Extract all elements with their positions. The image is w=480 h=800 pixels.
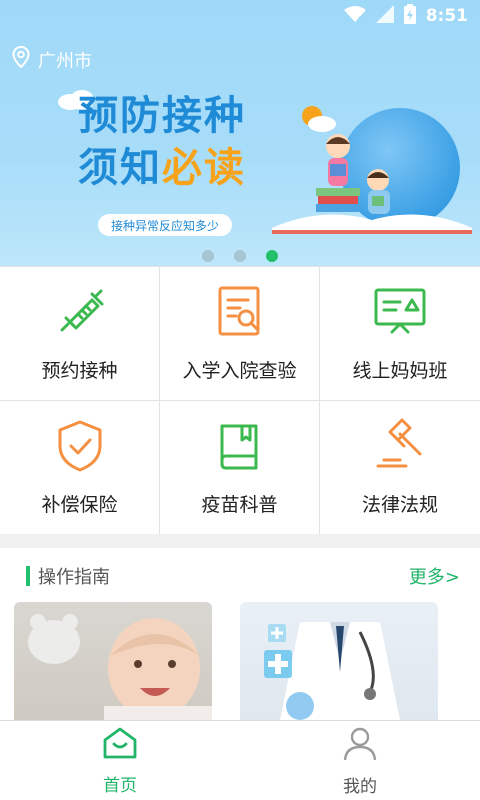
nav-mine[interactable]: 我的 [240, 721, 480, 800]
home-icon [102, 726, 138, 765]
status-bar: 8:51 [0, 0, 480, 32]
battery-icon [403, 3, 416, 29]
carousel-dot[interactable] [202, 250, 214, 262]
carousel-indicator [0, 250, 480, 262]
location-selector[interactable]: 广州市 [12, 45, 92, 73]
grid-item-insurance[interactable]: 补偿保险 [0, 401, 160, 535]
banner-title: 预防接种 须知必读 [78, 90, 298, 194]
grid-item-appointment[interactable]: 预约接种 [0, 267, 160, 401]
shield-check-icon [52, 418, 108, 478]
banner-title-line1: 预防接种 [78, 93, 246, 139]
baby-photo [28, 614, 212, 720]
presentation-board-icon [372, 284, 428, 344]
grid-item-label: 线上妈妈班 [352, 360, 448, 382]
nav-home[interactable]: 首页 [0, 721, 240, 800]
banner-title-line2: 须知必读 [78, 142, 298, 194]
syringe-icon [52, 284, 108, 344]
book-icon [212, 418, 268, 478]
nav-home-label: 首页 [103, 775, 137, 796]
location-city: 广州市 [38, 50, 92, 72]
more-link[interactable]: 更多> [409, 563, 460, 589]
grid-item-label: 法律法规 [361, 494, 438, 516]
carousel-dot-active[interactable] [266, 250, 278, 262]
section-divider [0, 534, 480, 548]
grid-item-label: 补偿保险 [41, 494, 118, 516]
location-pin-icon [12, 45, 30, 73]
bottom-navigation: 首页 我的 [0, 720, 480, 800]
guide-title-text: 操作指南 [38, 567, 110, 588]
guide-title: 操作指南 [26, 563, 110, 589]
nav-mine-label: 我的 [343, 776, 377, 797]
sun-icon [302, 106, 336, 132]
grid-item-vaccine-science[interactable]: 疫苗科普 [160, 401, 320, 535]
guide-card-baby[interactable] [14, 602, 212, 720]
grid-item-label: 入学入院查验 [182, 360, 297, 382]
title-accent-bar [26, 566, 30, 586]
function-grid: 预约接种 入学入院查验 线上妈妈班 补偿保险 疫苗科普 法律法规 [0, 266, 480, 535]
wifi-icon [343, 5, 366, 28]
grid-item-school-check[interactable]: 入学入院查验 [160, 267, 320, 401]
banner-carousel[interactable]: 8:51 广州市 预防接种 须知必读 接种异常反应知多少 [0, 0, 480, 266]
guide-list [14, 602, 466, 720]
grid-item-laws[interactable]: 法律法规 [320, 401, 480, 535]
signal-icon [375, 4, 394, 28]
kids-illustration [316, 134, 390, 214]
banner-title-accent: 必读 [162, 145, 246, 191]
grid-item-label: 疫苗科普 [201, 494, 278, 516]
banner-subtitle: 接种异常反应知多少 [98, 214, 232, 236]
banner-title-line2-part1: 须知 [78, 145, 162, 191]
clock-time: 8:51 [425, 6, 468, 26]
gavel-icon [372, 418, 428, 478]
user-icon [342, 725, 378, 766]
carousel-dot[interactable] [234, 250, 246, 262]
guide-section-header: 操作指南 更多> [0, 556, 480, 596]
guide-card-doctor[interactable] [240, 602, 438, 720]
grid-item-label: 预约接种 [41, 360, 118, 382]
doctor-photo [264, 622, 400, 720]
document-search-icon [212, 284, 268, 344]
grid-item-mom-class[interactable]: 线上妈妈班 [320, 267, 480, 401]
